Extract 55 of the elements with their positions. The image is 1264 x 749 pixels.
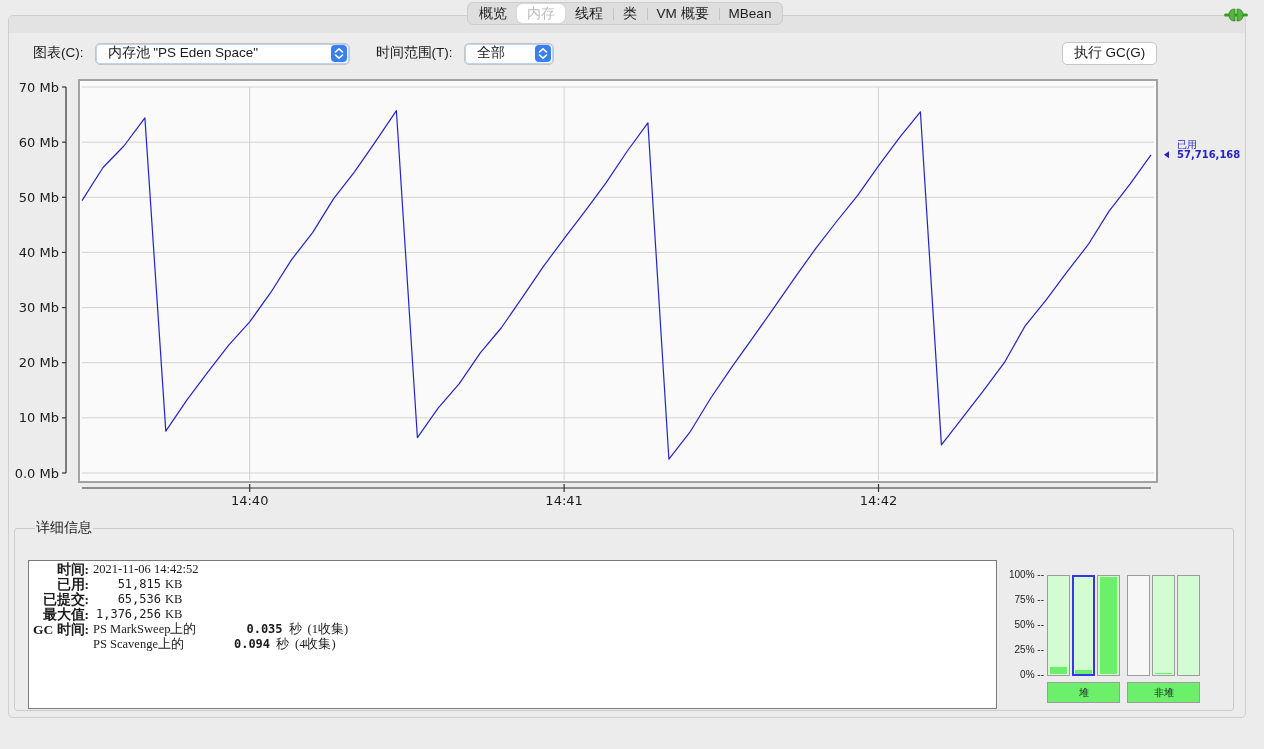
- detail-label: 时间:: [55, 561, 89, 577]
- pool-group-label: 非堆: [1127, 681, 1200, 703]
- y-axis-label: 40 Mb: [18, 244, 59, 260]
- chevron-updown-icon: [330, 45, 347, 62]
- detail-value: 65,536: [116, 591, 161, 607]
- time-range-label: 时间范围(T):: [375, 44, 453, 63]
- detail-value: 1,376,256: [94, 606, 161, 622]
- gc-collector: PS Scavenge上的: [93, 636, 184, 652]
- tab[interactable]: VM 概要: [646, 4, 719, 23]
- detail-label: 已提交:: [41, 591, 89, 607]
- x-axis-label: 14:40: [230, 493, 269, 508]
- y-axis-label: 10 Mb: [18, 410, 59, 426]
- detail-value: 51,815: [116, 576, 161, 592]
- gc-collector: PS MarkSweep上的: [93, 621, 197, 637]
- chart-select[interactable]: 内存池 "PS Eden Space": [94, 42, 350, 65]
- y-axis-label: 30 Mb: [18, 300, 59, 316]
- gc-count: (4收集): [295, 636, 336, 652]
- gc-time: 0.035: [246, 621, 283, 637]
- y-axis-label: 20 Mb: [18, 355, 59, 371]
- y-axis-label: 50 Mb: [18, 189, 59, 205]
- tab[interactable]: 线程: [564, 4, 613, 23]
- pointer-icon: [1164, 151, 1169, 159]
- gc-time: 0.094: [233, 636, 271, 652]
- detail-label: 已用:: [55, 576, 89, 592]
- unit-label: KB: [165, 591, 183, 606]
- chart-label: 图表(C):: [33, 44, 84, 63]
- unit-label: KB: [165, 576, 183, 591]
- scale-label: 75% --: [1014, 593, 1044, 606]
- tab[interactable]: MBean: [718, 4, 782, 23]
- time-range-select[interactable]: 全部: [463, 42, 554, 65]
- tab[interactable]: 概览: [468, 4, 517, 23]
- y-axis-label: 60 Mb: [18, 134, 59, 150]
- scale-label: 100% --: [1009, 568, 1044, 581]
- y-axis-label: 0.0 Mb: [14, 465, 59, 481]
- x-axis-label: 14:42: [859, 493, 898, 508]
- unit-label: KB: [165, 606, 183, 621]
- scale-label: 50% --: [1014, 618, 1044, 631]
- scale-label: 25% --: [1014, 643, 1044, 656]
- detail-label: 最大值:: [41, 606, 89, 622]
- perform-gc-button[interactable]: 执行 GC(G): [1062, 42, 1157, 65]
- legend-label: 已用: [1177, 138, 1197, 150]
- y-axis-label: 70 Mb: [18, 79, 59, 95]
- detail-label: GC 时间:: [31, 621, 89, 639]
- detail-value: 2021-11-06 14:42:52: [93, 561, 200, 577]
- legend-value: 57,716,168: [1177, 149, 1241, 161]
- scale-label: 0% --: [1020, 668, 1044, 681]
- memory-pool-bar[interactable]: [1072, 574, 1095, 676]
- x-axis-label: 14:41: [545, 493, 583, 508]
- gc-unit: 秒: [276, 636, 290, 652]
- gc-count: (1收集): [307, 621, 349, 637]
- gc-unit: 秒: [288, 621, 302, 637]
- group-title: 详细信息: [35, 520, 93, 536]
- pool-group-label: 堆: [1047, 681, 1120, 703]
- tab[interactable]: 类: [612, 4, 647, 23]
- chevron-updown-icon: [534, 45, 551, 62]
